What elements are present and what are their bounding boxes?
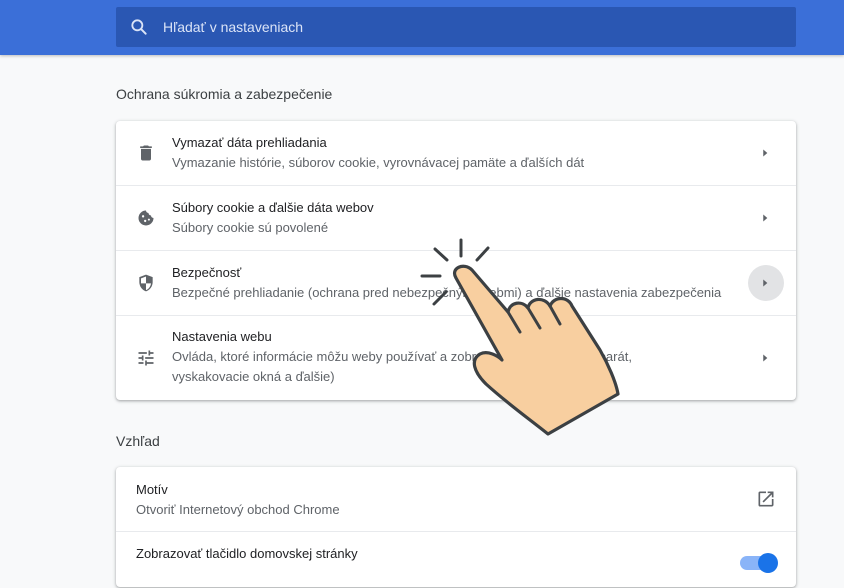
arrow-right-icon [763,149,768,157]
home-button-toggle[interactable] [740,553,778,573]
row-sublabel: Ovláda, ktoré informácie môžu weby použí… [172,349,632,384]
row-label: Súbory cookie a ďalšie dáta webov [172,200,374,215]
row-label: Vymazať dáta prehliadania [172,135,327,150]
row-label: Zobrazovať tlačidlo domovskej stránky [136,546,358,561]
search-icon [131,19,147,35]
row-theme[interactable]: Motív Otvoriť Internetový obchod Chrome [116,467,796,531]
open-in-new-icon[interactable] [756,489,776,509]
row-clear-browsing-data[interactable]: Vymazať dáta prehliadania Vymazanie hist… [116,121,796,185]
tune-icon [138,350,154,366]
section-title-appearance: Vzhľad [116,433,160,449]
arrow-right-icon [763,214,768,222]
row-sublabel: Súbory cookie sú povolené [172,220,329,235]
row-sublabel: Vymazanie histórie, súborov cookie, vyro… [172,155,585,170]
shield-icon [139,274,153,292]
row-sublabel: Otvoriť Internetový obchod Chrome [136,502,340,517]
header-bar [0,0,844,55]
row-security[interactable]: Bezpečnosť Bezpečné prehliadanie (ochran… [116,250,796,315]
row-label: Bezpečnosť [172,265,242,280]
search-box[interactable] [116,7,796,47]
appearance-card: Motív Otvoriť Internetový obchod Chrome … [116,467,796,587]
trash-icon [140,145,152,161]
privacy-card: Vymazať dáta prehliadania Vymazanie hist… [116,121,796,400]
row-label: Motív [136,482,168,497]
row-site-settings[interactable]: Nastavenia webu Ovláda, ktoré informácie… [116,315,796,400]
search-input[interactable] [163,19,723,35]
row-sublabel: Bezpečné prehliadanie (ochrana pred nebe… [172,285,722,300]
section-title-privacy: Ochrana súkromia a zabezpečenie [116,86,333,102]
arrow-right-icon [763,354,768,362]
row-cookies[interactable]: Súbory cookie a ďalšie dáta webov Súbory… [116,185,796,250]
row-label: Nastavenia webu [172,329,272,344]
arrow-right-icon [763,279,768,287]
cookie-icon [138,210,154,226]
